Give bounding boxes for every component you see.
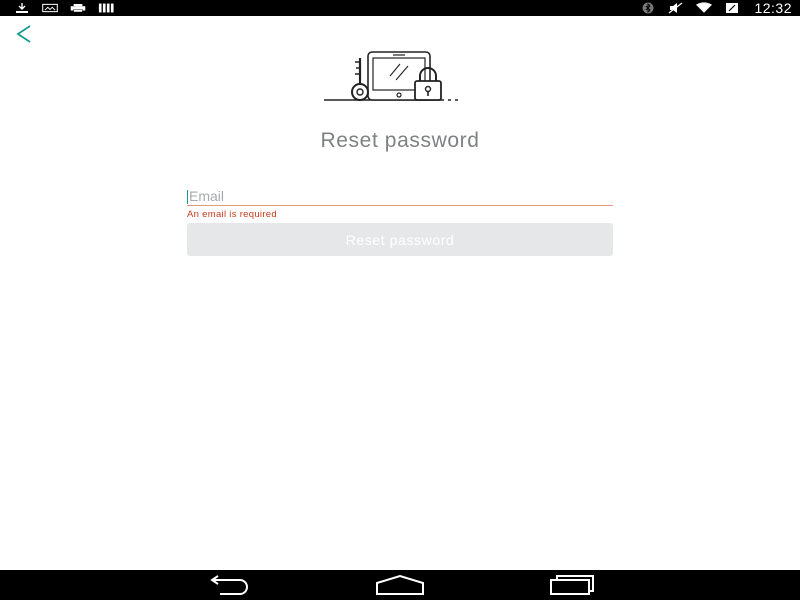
battery-icon (724, 1, 740, 15)
back-button[interactable] (10, 20, 38, 48)
wifi-icon (696, 1, 713, 15)
storage-icon (98, 1, 114, 15)
home-nav-icon (376, 575, 424, 595)
print-icon (70, 1, 86, 15)
recents-nav-button[interactable] (546, 574, 596, 596)
recents-nav-icon (550, 575, 594, 595)
mute-icon (668, 1, 684, 15)
home-nav-button[interactable] (375, 574, 425, 596)
bluetooth-icon (640, 1, 656, 15)
status-left-icons (0, 0, 114, 16)
email-field[interactable] (187, 186, 613, 206)
status-time: 12:32 (754, 0, 792, 16)
status-right-icons: 12:32 (640, 0, 800, 16)
text-caret (187, 190, 188, 204)
status-bar: 12:32 (0, 0, 800, 16)
page-title: Reset password (320, 129, 480, 152)
email-error-message: An email is required (187, 209, 277, 220)
download-icon (14, 1, 30, 15)
back-nav-icon (210, 575, 248, 595)
back-arrow-icon (16, 25, 31, 43)
phone-key-lock-icon (320, 48, 480, 104)
navigation-bar (0, 570, 800, 600)
photo-icon (42, 1, 58, 15)
back-nav-button[interactable] (204, 574, 254, 596)
reset-password-button[interactable]: Reset password (187, 223, 613, 256)
